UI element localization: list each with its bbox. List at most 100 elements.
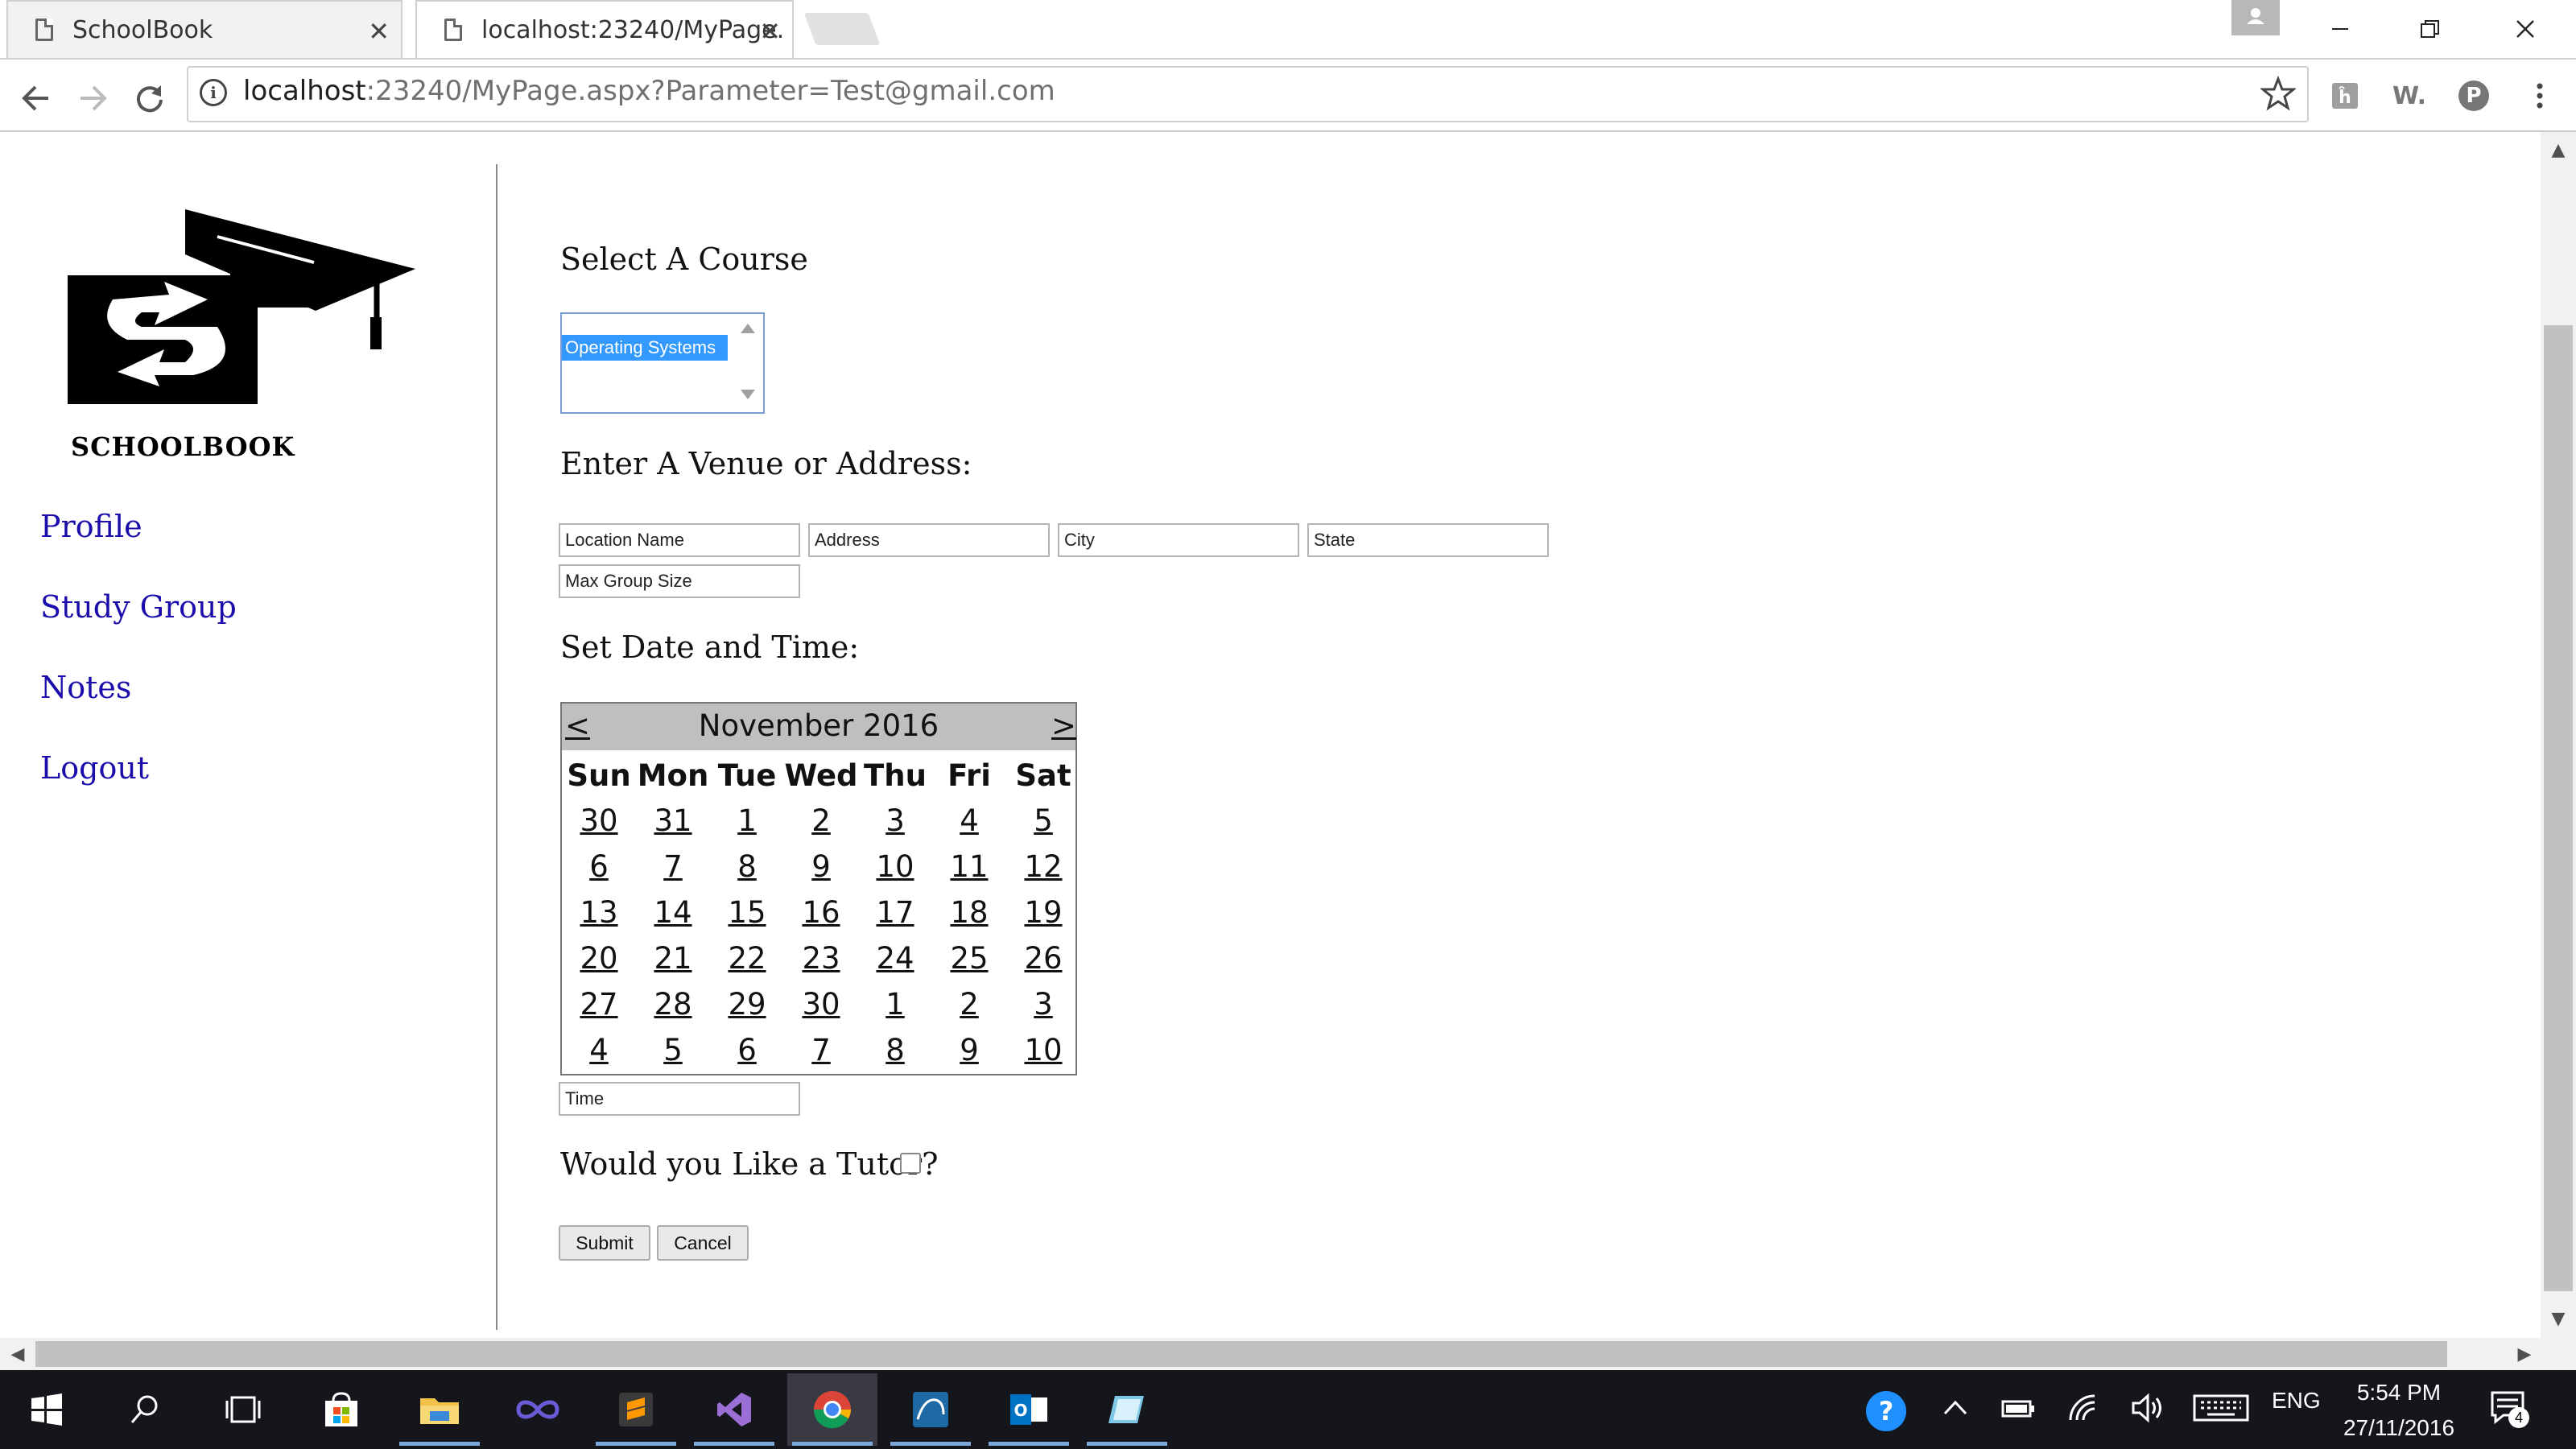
calendar-day[interactable]: 8 [858,1033,932,1067]
location-name-field[interactable] [559,523,800,557]
scroll-up-icon[interactable]: ▲ [2542,134,2574,166]
taskbar-store[interactable] [296,1373,386,1446]
search-button[interactable] [100,1373,190,1446]
calendar-day[interactable]: 12 [1006,849,1080,884]
keyboard-tray-button[interactable] [2193,1393,2249,1426]
forward-button[interactable] [69,74,118,122]
calendar-day[interactable]: 11 [932,849,1006,884]
tutor-checkbox[interactable] [900,1153,921,1174]
calendar-day[interactable]: 6 [710,1033,784,1067]
show-hidden-icons-button[interactable] [1942,1394,1969,1425]
reload-button[interactable] [126,74,174,122]
calendar-day[interactable]: 3 [1006,987,1080,1022]
tab-schoolbook[interactable]: SchoolBook ✕ [6,0,402,58]
sidebar-link-notes[interactable]: Notes [40,670,131,705]
time-field[interactable] [559,1082,800,1116]
calendar-day[interactable]: 5 [636,1033,710,1067]
calendar-day[interactable]: 23 [784,941,858,976]
calendar-day[interactable]: 4 [932,803,1006,838]
state-field[interactable] [1307,523,1549,557]
calendar-day[interactable]: 5 [1006,803,1080,838]
extension-button[interactable]: ĥ [2325,76,2365,116]
taskbar-infinity-app[interactable] [493,1373,583,1446]
bookmark-star-button[interactable] [2259,75,2297,114]
calendar-day[interactable]: 15 [710,895,784,930]
calendar-day[interactable]: 7 [784,1033,858,1067]
cancel-button[interactable]: Cancel [657,1225,749,1261]
scroll-left-icon[interactable]: ◀ [2,1338,34,1370]
taskbar-sublime-text[interactable] [591,1373,681,1446]
taskbar-outlook[interactable]: O [984,1373,1074,1446]
taskbar-visual-studio[interactable] [689,1373,779,1446]
calendar-day[interactable]: 14 [636,895,710,930]
taskbar-chrome[interactable] [787,1373,877,1446]
calendar-day[interactable]: 3 [858,803,932,838]
extension-p-button[interactable]: P [2454,76,2494,116]
info-icon[interactable]: i [200,79,227,106]
taskbar-file-explorer[interactable] [394,1373,485,1446]
menu-button[interactable] [2520,76,2560,116]
calendar-day[interactable]: 31 [636,803,710,838]
taskbar-mysql-workbench[interactable] [886,1373,976,1446]
taskbar-notes-app[interactable] [1082,1373,1172,1446]
course-option-selected[interactable]: Operating Systems [562,335,728,361]
url-text[interactable]: localhost:23240/MyPage.aspx?Parameter=Te… [243,75,1055,107]
action-center-button[interactable]: 4 [2489,1388,2529,1431]
scroll-up-arrow-icon[interactable] [741,324,755,333]
calendar-day[interactable]: 1 [858,987,932,1022]
wifi-tray-button[interactable] [2067,1393,2103,1426]
calendar-day[interactable]: 7 [636,849,710,884]
help-tray-button[interactable]: ? [1864,1389,1908,1436]
calendar-day[interactable]: 22 [710,941,784,976]
calendar-day[interactable]: 4 [562,1033,636,1067]
max-group-size-field[interactable] [559,564,800,598]
calendar-day[interactable]: 9 [932,1033,1006,1067]
scroll-right-icon[interactable]: ▶ [2508,1338,2541,1370]
calendar-day[interactable]: 27 [562,987,636,1022]
calendar-day[interactable]: 30 [562,803,636,838]
volume-tray-button[interactable] [2130,1393,2167,1426]
calendar-day[interactable]: 2 [932,987,1006,1022]
calendar-day[interactable]: 16 [784,895,858,930]
calendar-day[interactable]: 10 [858,849,932,884]
calendar-day[interactable]: 21 [636,941,710,976]
profile-avatar-button[interactable] [2231,0,2280,35]
calendar-day[interactable]: 6 [562,849,636,884]
calendar-day[interactable]: 8 [710,849,784,884]
calendar-day[interactable]: 20 [562,941,636,976]
start-button[interactable] [2,1373,92,1446]
calendar-day[interactable]: 25 [932,941,1006,976]
submit-button[interactable]: Submit [559,1225,650,1261]
calendar-day[interactable]: 24 [858,941,932,976]
calendar-day[interactable]: 18 [932,895,1006,930]
city-field[interactable] [1058,523,1299,557]
calendar-day[interactable]: 26 [1006,941,1080,976]
listbox-scrollbar[interactable] [733,314,763,412]
language-indicator[interactable]: ENG [2272,1388,2321,1414]
close-tab-icon[interactable]: ✕ [759,16,781,47]
close-window-button[interactable] [2481,0,2570,58]
calendar-day[interactable]: 9 [784,849,858,884]
tab-mypage[interactable]: localhost:23240/MyPage. ✕ [415,0,794,58]
minimize-button[interactable] [2296,0,2384,58]
calendar-day[interactable]: 17 [858,895,932,930]
horizontal-scroll-thumb[interactable] [35,1341,2447,1367]
new-tab-button[interactable] [803,13,881,45]
back-button[interactable] [11,74,60,122]
battery-tray-button[interactable] [2000,1394,2037,1425]
sidebar-link-logout[interactable]: Logout [40,750,149,786]
restore-button[interactable] [2386,0,2475,58]
calendar-day[interactable]: 29 [710,987,784,1022]
calendar-day[interactable]: 30 [784,987,858,1022]
calendar-day[interactable]: 28 [636,987,710,1022]
scroll-down-icon[interactable]: ▼ [2542,1302,2574,1335]
calendar-next-month[interactable]: > [1051,708,1076,743]
calendar-day[interactable]: 1 [710,803,784,838]
calendar-day[interactable]: 13 [562,895,636,930]
sidebar-link-profile[interactable]: Profile [40,509,142,544]
calendar-day[interactable]: 19 [1006,895,1080,930]
close-tab-icon[interactable]: ✕ [368,16,390,47]
calendar-day[interactable]: 2 [784,803,858,838]
sidebar-link-study-group[interactable]: Study Group [40,589,237,625]
calendar-prev-month[interactable]: < [565,708,590,743]
